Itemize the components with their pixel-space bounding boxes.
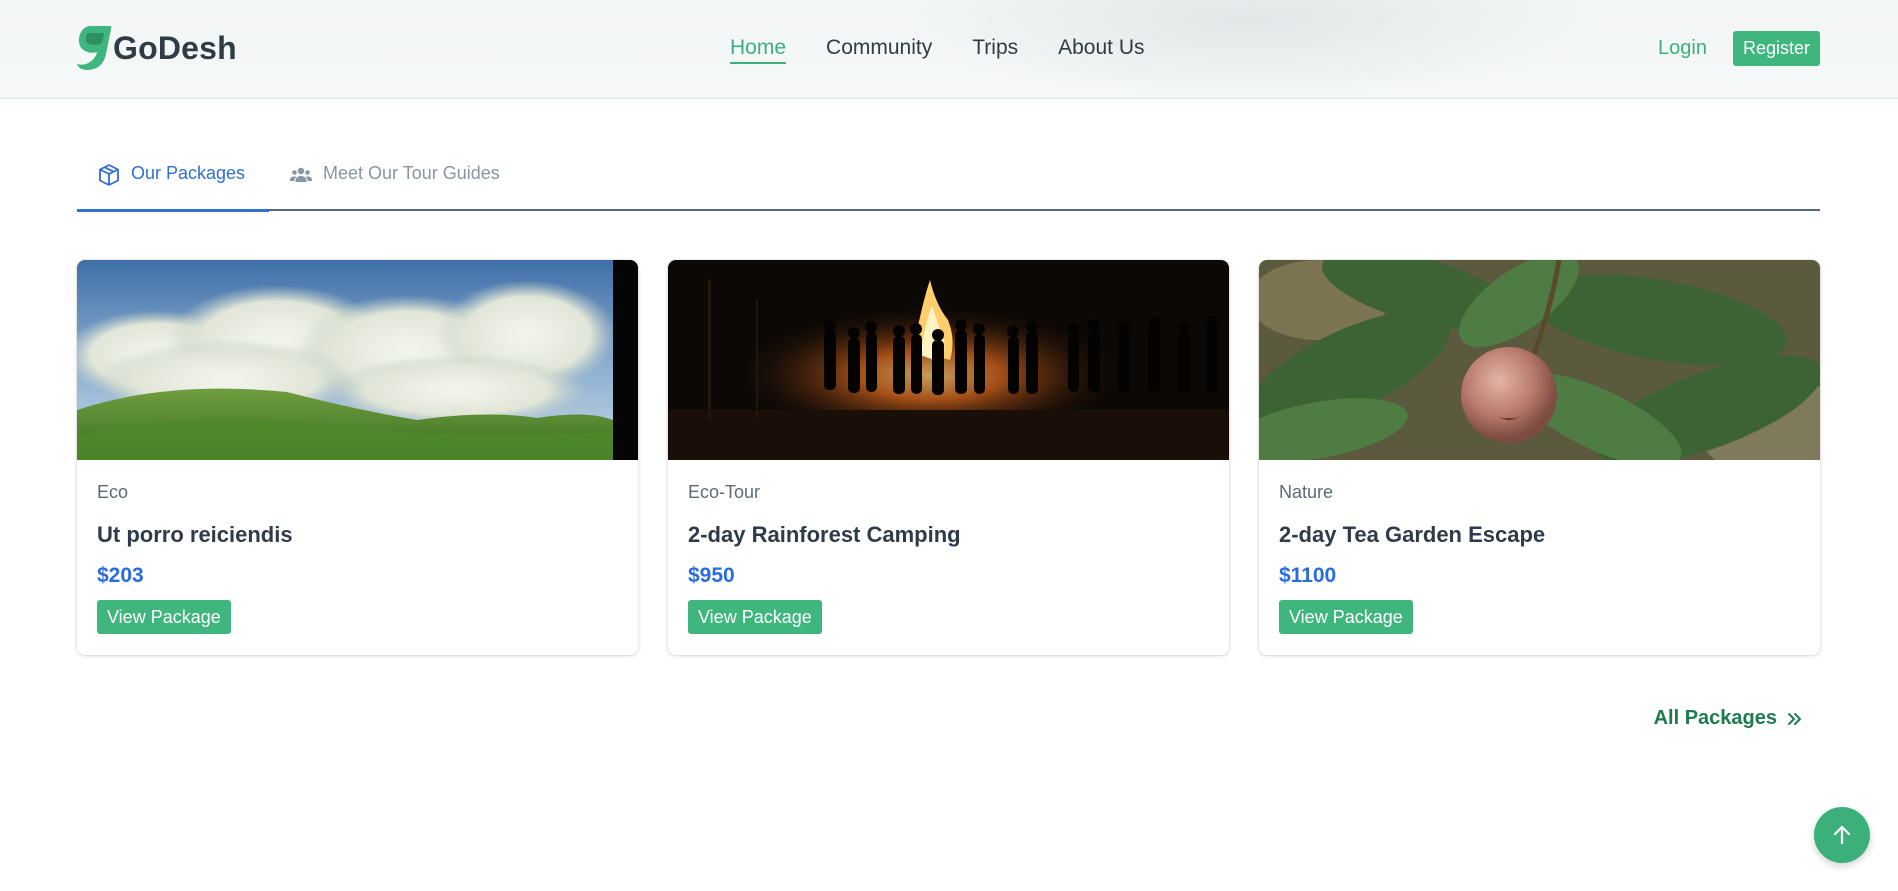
package-price: $950 xyxy=(688,564,735,587)
arrow-up-icon xyxy=(1833,825,1851,845)
users-icon xyxy=(289,167,313,182)
package-image[interactable] xyxy=(668,260,1229,460)
package-price: $1100 xyxy=(1279,564,1337,587)
scroll-to-top-button[interactable] xyxy=(1814,807,1870,863)
package-category: Eco xyxy=(97,482,129,502)
tab-meet-tour-guides-label: Meet Our Tour Guides xyxy=(323,163,500,183)
package-card: Eco Ut porro reiciendis $203 View Packag… xyxy=(77,260,638,655)
package-body: Eco-Tour 2-day Rainforest Camping $950 V… xyxy=(668,460,1229,634)
campfire-night-image xyxy=(668,260,1229,460)
package-title[interactable]: Ut porro reiciendis xyxy=(97,521,618,549)
package-image[interactable] xyxy=(77,260,638,460)
logo-mark-icon xyxy=(77,26,112,70)
content-tabs: Our Packages Meet Our Tour Guides xyxy=(77,150,1820,212)
package-price: $203 xyxy=(97,564,144,587)
auth-actions: Login Register xyxy=(1658,31,1820,66)
all-packages-label: All Packages xyxy=(1653,707,1777,729)
nav-home[interactable]: Home xyxy=(730,34,787,64)
register-button[interactable]: Register xyxy=(1732,31,1820,66)
tab-our-packages[interactable]: Our Packages xyxy=(77,150,269,212)
package-category: Nature xyxy=(1279,482,1334,502)
all-packages-link[interactable]: All Packages xyxy=(1654,707,1803,730)
double-chevron-right-icon xyxy=(1788,712,1801,725)
login-link[interactable]: Login xyxy=(1658,37,1707,60)
tab-our-packages-label: Our Packages xyxy=(131,163,246,183)
brand-name: GoDesh xyxy=(113,29,237,66)
package-title[interactable]: 2-day Rainforest Camping xyxy=(688,521,1209,549)
main-nav: Home Community Trips About Us xyxy=(730,34,1185,64)
box-icon xyxy=(99,164,119,186)
brand-logo[interactable]: GoDesh xyxy=(76,24,237,72)
package-card: Eco-Tour 2-day Rainforest Camping $950 V… xyxy=(668,260,1229,655)
view-package-button[interactable]: View Package xyxy=(1279,600,1413,634)
nav-about-us[interactable]: About Us xyxy=(1058,34,1144,64)
package-body: Eco Ut porro reiciendis $203 View Packag… xyxy=(77,460,638,634)
view-package-button[interactable]: View Package xyxy=(688,600,822,634)
nav-community[interactable]: Community xyxy=(826,34,932,64)
nav-trips[interactable]: Trips xyxy=(972,34,1018,64)
tab-meet-tour-guides[interactable]: Meet Our Tour Guides xyxy=(289,150,500,211)
package-card: Nature 2-day Tea Garden Escape $1100 Vie… xyxy=(1259,260,1820,655)
site-header: GoDesh Home Community Trips About Us Log… xyxy=(0,0,1898,99)
package-title[interactable]: 2-day Tea Garden Escape xyxy=(1279,521,1800,549)
fruit-leaves-image xyxy=(1259,260,1820,460)
green-hills-clouds-image xyxy=(77,260,638,460)
view-package-button[interactable]: View Package xyxy=(97,600,231,634)
package-image[interactable] xyxy=(1259,260,1820,460)
package-category: Eco-Tour xyxy=(688,482,761,502)
package-body: Nature 2-day Tea Garden Escape $1100 Vie… xyxy=(1259,460,1820,634)
